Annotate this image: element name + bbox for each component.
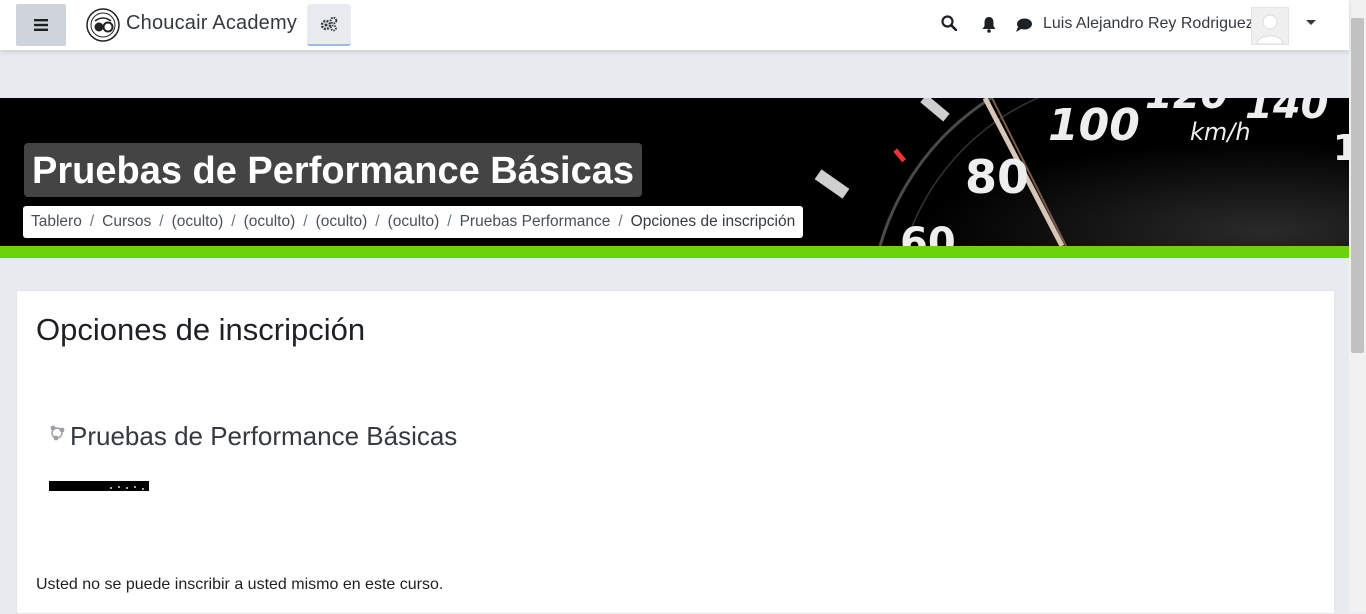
breadcrumb-item-current[interactable]: Opciones de inscripción: [631, 213, 796, 231]
chat-icon[interactable]: [1015, 17, 1033, 33]
breadcrumb-item-cursos[interactable]: Cursos: [102, 213, 151, 231]
breadcrumb-separator: /: [159, 213, 164, 230]
svg-text:80: 80: [965, 150, 1029, 204]
svg-text:km/h: km/h: [1190, 118, 1251, 146]
search-icon[interactable]: [941, 15, 957, 31]
breadcrumb-item-hidden-4[interactable]: (oculto): [388, 213, 440, 231]
site-brand[interactable]: Choucair Academy: [126, 12, 297, 35]
svg-text:120: 120: [1145, 98, 1229, 118]
chevron-down-icon[interactable]: [1306, 20, 1316, 25]
menu-icon: [34, 19, 48, 31]
admin-gears-icon: [320, 16, 338, 32]
admin-settings-button[interactable]: [307, 4, 351, 46]
course-name-link[interactable]: Pruebas de Performance Básicas: [70, 421, 457, 452]
course-icon: [50, 425, 65, 441]
breadcrumb-separator: /: [375, 213, 380, 230]
breadcrumb-separator: /: [89, 213, 95, 230]
svg-text:140: 140: [1245, 98, 1329, 128]
breadcrumb-separator: /: [447, 213, 452, 230]
breadcrumb-item-hidden-1[interactable]: (oculto): [172, 213, 224, 231]
breadcrumb: Tablero / Cursos / (oculto) / (oculto) /…: [23, 206, 804, 238]
page-header-title: Pruebas de Performance Básicas: [24, 143, 642, 197]
bell-icon[interactable]: [981, 16, 997, 33]
drawer-toggle-button[interactable]: [16, 4, 66, 46]
breadcrumb-separator: /: [618, 213, 623, 230]
svg-text:60: 60: [900, 220, 956, 246]
avatar[interactable]: [1251, 7, 1289, 45]
top-navbar: Choucair Academy Luis Alejandro Rey Rodr…: [0, 0, 1349, 50]
course-thumbnail[interactable]: [49, 481, 149, 491]
header-accent-bar: [0, 246, 1349, 258]
user-name[interactable]: Luis Alejandro Rey Rodriguez: [1043, 15, 1254, 33]
enrolment-notice: Usted no se puede inscribir a usted mism…: [36, 576, 444, 593]
breadcrumb-separator: /: [231, 213, 236, 230]
logo-icon[interactable]: [86, 8, 120, 42]
svg-text:100: 100: [1048, 100, 1140, 151]
breadcrumb-item-hidden-3[interactable]: (oculto): [316, 213, 368, 231]
breadcrumb-separator: /: [303, 213, 308, 230]
breadcrumb-item-tablero[interactable]: Tablero: [31, 213, 82, 231]
svg-text:1: 1: [1333, 128, 1349, 169]
scrollbar-thumb[interactable]: [1351, 18, 1364, 353]
breadcrumb-item-hidden-2[interactable]: (oculto): [244, 213, 296, 231]
breadcrumb-item-course[interactable]: Pruebas Performance: [460, 213, 611, 231]
page-title: Opciones de inscripción: [36, 312, 366, 347]
